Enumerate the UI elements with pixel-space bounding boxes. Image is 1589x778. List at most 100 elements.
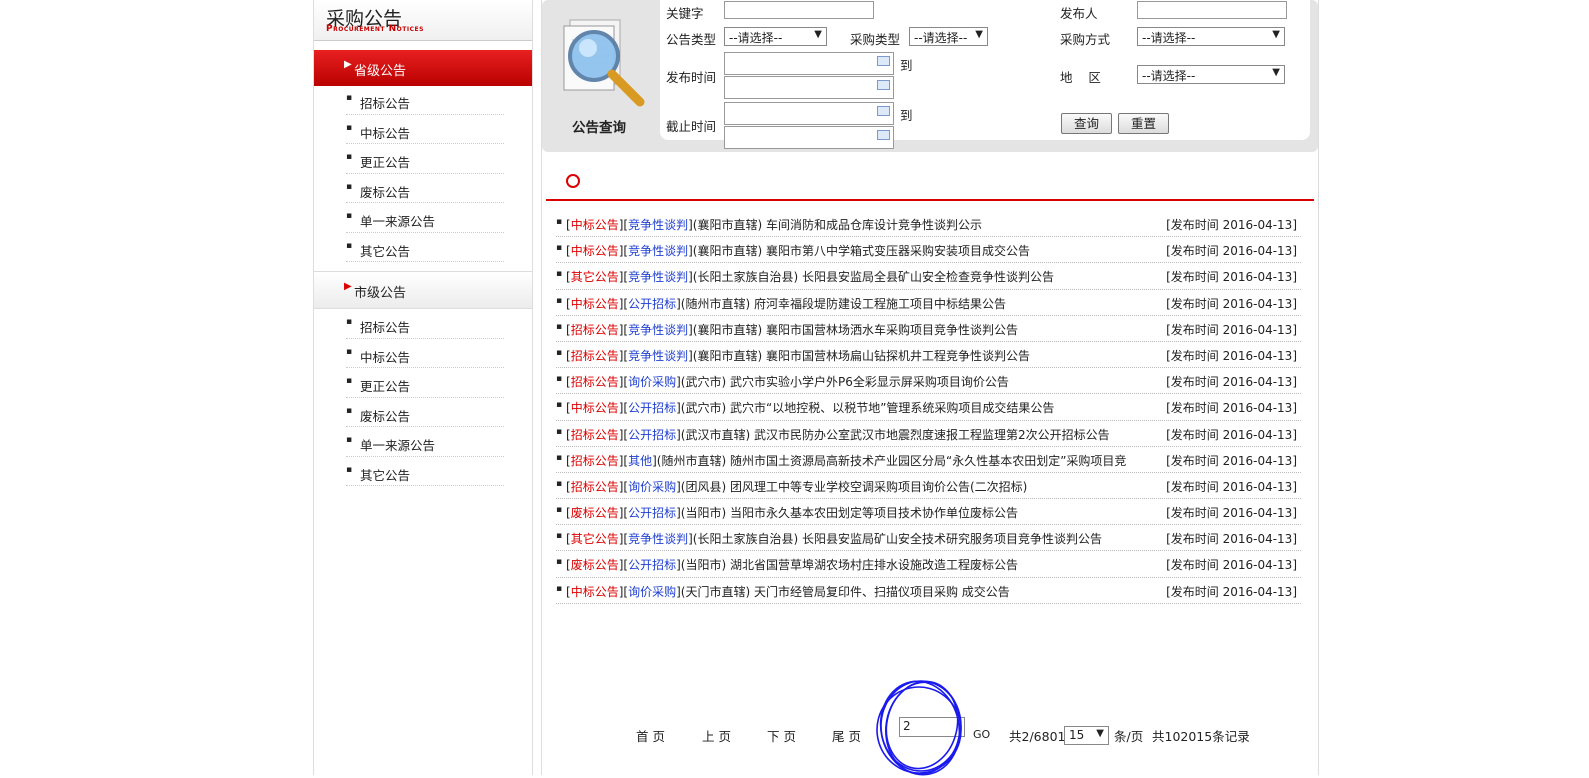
purchase-method-select[interactable]: --请选择-- ▼ xyxy=(1137,27,1285,46)
notice-title-link[interactable]: 湖北省国营草埠湖农场村庄排水设施改造工程废标公告 xyxy=(730,558,1018,572)
notice-title-link[interactable]: 武穴市“以地控税、以税节地”管理系统采购项目成交结果公告 xyxy=(730,401,1054,415)
sidebar-item-municipal-other[interactable]: ▪ 其它公告 xyxy=(346,457,504,486)
notice-type-link[interactable]: 废标公告 xyxy=(571,558,619,572)
notice-type-link[interactable]: 中标公告 xyxy=(571,218,619,232)
notice-title-link[interactable]: 团风理工中等专业学校空调采购项目询价公告(二次招标) xyxy=(730,480,1027,494)
publisher-input[interactable] xyxy=(1137,1,1287,19)
region-select[interactable]: --请选择-- ▼ xyxy=(1137,65,1285,84)
sidebar-item-provincial-other[interactable]: ▪ 其它公告 xyxy=(346,233,504,262)
notice-type-link[interactable]: 废标公告 xyxy=(571,506,619,520)
notice-row[interactable]: ▪ [其它公告][竞争性谈判](长阳土家族自治县) 长阳县安监局矿山安全技术研究服… xyxy=(556,525,1301,552)
notice-row[interactable]: ▪ [废标公告][公开招标](当阳市) 当阳市永久基本农田划定等项目技术协作单位废… xyxy=(556,499,1301,526)
sidebar-section-municipal[interactable]: ▶ 市级公告 xyxy=(314,271,532,309)
notice-method-link[interactable]: 询价采购 xyxy=(628,585,676,599)
notice-method-link[interactable]: 公开招标 xyxy=(628,558,676,572)
notice-row[interactable]: ▪ [招标公告][其他](随州市直辖) 随州市国土资源局高新技术产业园区分局“永久… xyxy=(556,447,1301,473)
notice-method-link[interactable]: 公开招标 xyxy=(628,297,676,311)
notice-title-link[interactable]: 当阳市永久基本农田划定等项目技术协作单位废标公告 xyxy=(730,506,1018,520)
notice-method-link[interactable]: 竞争性谈判 xyxy=(628,244,688,258)
notice-method-link[interactable]: 竞争性谈判 xyxy=(628,270,688,284)
notice-row[interactable]: ▪ [中标公告][竞争性谈判](襄阳市直辖) 襄阳市第八中学箱式变压器采购安装项目… xyxy=(556,237,1301,264)
sidebar-item-provincial-bid[interactable]: ▪ 招标公告 xyxy=(346,85,504,115)
notice-type-select[interactable]: --请选择-- ▼ xyxy=(724,27,827,46)
reset-button[interactable]: 重置 xyxy=(1118,113,1169,134)
notice-date: [发布时间 2016-04-13] xyxy=(1166,244,1297,259)
sidebar-item-provincial-award[interactable]: ▪ 中标公告 xyxy=(346,115,504,144)
sidebar-item-provincial-single-source[interactable]: ▪ 单一来源公告 xyxy=(346,203,504,233)
notice-row[interactable]: ▪ [中标公告][公开招标](随州市直辖) 府河幸福段堤防建设工程施工项目中标结果… xyxy=(556,290,1301,316)
next-page-link[interactable]: 下 页 xyxy=(767,726,796,745)
notice-title-link[interactable]: 襄阳市国营林场洒水车采购项目竞争性谈判公告 xyxy=(766,323,1018,337)
notice-text: [中标公告][询价采购](天门市直辖) 天门市经管局复印件、扫描仪项目采购 成交… xyxy=(566,584,1010,599)
notice-row[interactable]: ▪ [招标公告][竞争性谈判](襄阳市直辖) 襄阳市国营林场扁山钻探机井工程竞争性… xyxy=(556,342,1301,369)
notice-method-link[interactable]: 竞争性谈判 xyxy=(628,218,688,232)
notice-row[interactable]: ▪ [废标公告][公开招标](当阳市) 湖北省国营草埠湖农场村庄排水设施改造工程废… xyxy=(556,551,1301,578)
notice-title-link[interactable]: 天门市经管局复印件、扫描仪项目采购 成交公告 xyxy=(754,585,1010,599)
notice-type-link[interactable]: 中标公告 xyxy=(571,585,619,599)
bullet-icon: ▪ xyxy=(346,93,353,103)
notice-title-link[interactable]: 府河幸福段堤防建设工程施工项目中标结果公告 xyxy=(754,297,1006,311)
notice-title-link[interactable]: 车间消防和成品仓库设计竞争性谈判公示 xyxy=(766,218,982,232)
notice-method-link[interactable]: 公开招标 xyxy=(628,428,676,442)
deadline-end-input[interactable] xyxy=(724,126,894,149)
publish-time-end-input[interactable] xyxy=(724,76,894,99)
notice-row[interactable]: ▪ [招标公告][公开招标](武汉市直辖) 武汉市民防办公室武汉市地震烈度速报工程… xyxy=(556,421,1301,447)
sidebar-item-municipal-bid[interactable]: ▪ 招标公告 xyxy=(346,309,504,339)
notice-type-link[interactable]: 招标公告 xyxy=(571,454,619,468)
notice-title-link[interactable]: 襄阳市第八中学箱式变压器采购安装项目成交公告 xyxy=(766,244,1030,258)
go-button[interactable]: GO xyxy=(973,728,990,741)
sidebar-item-provincial-correction[interactable]: ▪ 更正公告 xyxy=(346,144,504,174)
notice-title-link[interactable]: 随州市国土资源局高新技术产业园区分局“永久性基本农田划定”采购项目竞 xyxy=(730,454,1126,468)
notice-date: [发布时间 2016-04-13] xyxy=(1166,270,1297,285)
prev-page-link[interactable]: 上 页 xyxy=(702,726,731,745)
notice-type-link[interactable]: 招标公告 xyxy=(571,428,619,442)
notice-type-link[interactable]: 招标公告 xyxy=(571,375,619,389)
notice-row[interactable]: ▪ [中标公告][公开招标](武穴市) 武穴市“以地控税、以税节地”管理系统采购项… xyxy=(556,394,1301,421)
sidebar-item-municipal-correction[interactable]: ▪ 更正公告 xyxy=(346,368,504,398)
sidebar-item-municipal-cancelled[interactable]: ▪ 废标公告 xyxy=(346,398,504,427)
sidebar-item-provincial-cancelled[interactable]: ▪ 废标公告 xyxy=(346,174,504,203)
notice-row[interactable]: ▪ [招标公告][询价采购](武穴市) 武穴市实验小学户外P6全彩显示屏采购项目询… xyxy=(556,368,1301,395)
publish-time-start-input[interactable] xyxy=(724,52,894,75)
sidebar-subtitle: Procurement Notices xyxy=(326,24,424,34)
notice-title-link[interactable]: 襄阳市国营林场扁山钻探机井工程竞争性谈判公告 xyxy=(766,349,1030,363)
first-page-link[interactable]: 首 页 xyxy=(636,726,665,745)
sidebar-section-provincial[interactable]: ▶ 省级公告 xyxy=(314,50,532,86)
last-page-link[interactable]: 尾 页 xyxy=(832,726,861,745)
query-button[interactable]: 查询 xyxy=(1061,113,1112,134)
per-page-select[interactable]: 15 ▼ xyxy=(1064,726,1109,745)
notice-type-link[interactable]: 招标公告 xyxy=(571,480,619,494)
notice-type-link[interactable]: 其它公告 xyxy=(571,532,619,546)
notice-method-link[interactable]: 询价采购 xyxy=(628,480,676,494)
bullet-icon: ▪ xyxy=(346,346,353,357)
deadline-start-input[interactable] xyxy=(724,102,894,125)
purchase-type-select[interactable]: --请选择-- ▼ xyxy=(909,27,988,46)
notice-method-link[interactable]: 公开招标 xyxy=(628,401,676,415)
notice-method-link[interactable]: 其他 xyxy=(628,454,652,468)
keyword-input[interactable] xyxy=(724,1,874,19)
notice-type-link[interactable]: 中标公告 xyxy=(571,401,619,415)
bullet-icon: ▪ xyxy=(346,317,353,327)
notice-title-link[interactable]: 长阳县安监局矿山安全技术研究服务项目竞争性谈判公告 xyxy=(802,532,1102,546)
notice-type-link[interactable]: 中标公告 xyxy=(571,244,619,258)
keyword-label: 关键字 xyxy=(666,6,704,21)
notice-method-link[interactable]: 公开招标 xyxy=(628,506,676,520)
notice-method-link[interactable]: 竞争性谈判 xyxy=(628,349,688,363)
notice-type-link[interactable]: 中标公告 xyxy=(571,297,619,311)
notice-type-link[interactable]: 其它公告 xyxy=(571,270,619,284)
sidebar-item-municipal-award[interactable]: ▪ 中标公告 xyxy=(346,339,504,368)
notice-type-link[interactable]: 招标公告 xyxy=(571,349,619,363)
notice-title-link[interactable]: 长阳县安监局全县矿山安全检查竞争性谈判公告 xyxy=(802,270,1054,284)
notice-title-link[interactable]: 武汉市民防办公室武汉市地震烈度速报工程监理第2次公开招标公告 xyxy=(754,428,1110,442)
notice-method-link[interactable]: 竞争性谈判 xyxy=(628,532,688,546)
notice-method-link[interactable]: 竞争性谈判 xyxy=(628,323,688,337)
notice-row[interactable]: ▪ [招标公告][竞争性谈判](襄阳市直辖) 襄阳市国营林场洒水车采购项目竞争性谈… xyxy=(556,316,1301,342)
notice-row[interactable]: ▪ [中标公告][询价采购](天门市直辖) 天门市经管局复印件、扫描仪项目采购 成… xyxy=(556,578,1301,604)
notice-type-link[interactable]: 招标公告 xyxy=(571,323,619,337)
notice-title-link[interactable]: 武穴市实验小学户外P6全彩显示屏采购项目询价公告 xyxy=(730,375,1009,389)
notice-row[interactable]: ▪ [招标公告][询价采购](团风县) 团风理工中等专业学校空调采购项目询价公告(… xyxy=(556,473,1301,500)
notice-row[interactable]: ▪ [其它公告][竞争性谈判](长阳土家族自治县) 长阳县安监局全县矿山安全检查竞… xyxy=(556,263,1301,290)
notice-row[interactable]: ▪ [中标公告][竞争性谈判](襄阳市直辖) 车间消防和成品仓库设计竞争性谈判公示… xyxy=(556,211,1301,238)
sidebar-item-municipal-single-source[interactable]: ▪ 单一来源公告 xyxy=(346,427,504,457)
notice-method-link[interactable]: 询价采购 xyxy=(628,375,676,389)
